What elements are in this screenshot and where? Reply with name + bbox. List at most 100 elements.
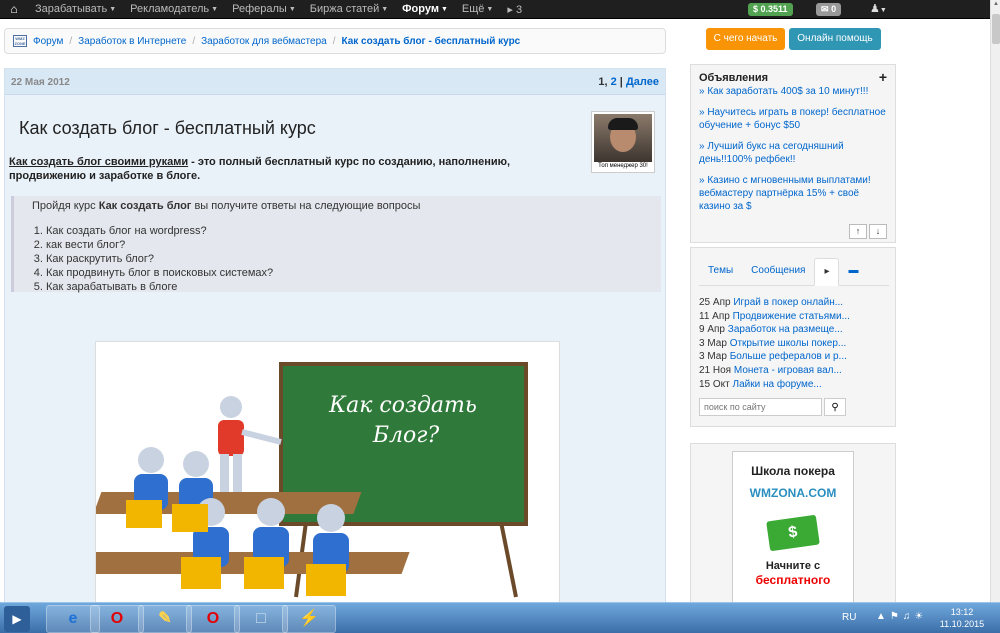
breadcrumb-current[interactable]: Как создать блог - бесплатный курс (341, 36, 520, 47)
utility-app-icon[interactable]: ⚡ (282, 605, 336, 633)
add-ad-icon[interactable]: + (879, 69, 887, 85)
breadcrumb-webmaster-earnings[interactable]: Заработок для вебмастера (201, 36, 327, 47)
opera-window-icon[interactable]: O (186, 605, 240, 633)
dollar-bill-icon: $ (766, 514, 820, 552)
quote-bold: Как создать блог (98, 200, 192, 212)
envelope-icon: ✉ (821, 4, 829, 14)
nav-advertiser[interactable]: Рекламодатель ▼ (123, 3, 225, 15)
item-link[interactable]: Открытие школы покер... (730, 338, 847, 349)
nav-forum[interactable]: Форум ▼ (395, 3, 455, 15)
item-date: 3 Мар (699, 351, 727, 363)
item-date: 3 Мар (699, 337, 727, 349)
page-1[interactable]: 1 (598, 76, 604, 88)
nav-more-label: Ещё (461, 3, 485, 15)
tab-announcements[interactable]: ▸ (814, 258, 840, 286)
caret-down-icon: ▼ (486, 5, 494, 13)
nav-referrals[interactable]: Рефералы ▼ (225, 3, 303, 15)
caret-down-icon: ▼ (211, 5, 219, 13)
tab-files[interactable]: ▬ (839, 258, 867, 286)
mail-count: 0 (831, 4, 837, 14)
list-item: 25 Апр Играй в покер онлайн... (699, 296, 889, 310)
nav-forum-label: Форум (402, 3, 439, 15)
ad-link[interactable]: » Казино с мгновенными выплатами! вебмас… (699, 174, 891, 213)
system-tray-icons[interactable]: ▲⚑♫☀ (876, 611, 927, 622)
arrow-up-icon[interactable]: ↑ (849, 224, 867, 239)
caret-down-icon: ▼ (288, 5, 296, 13)
nav-articles-label: Биржа статей (309, 3, 380, 15)
search-input[interactable] (699, 398, 822, 416)
online-help-button[interactable]: Онлайн помощь (789, 28, 881, 50)
nav-earn[interactable]: Зарабатывать ▼ (28, 3, 123, 15)
clock[interactable]: 13:12 11.10.2015 (934, 606, 990, 630)
avatar-caption: Топ менеджер 30! (598, 163, 648, 169)
board-text-line2: Блог? (372, 423, 440, 448)
item-date: 15 Окт (699, 378, 730, 390)
clock-date: 11.10.2015 (939, 619, 985, 629)
list-item: 3 Мар Открытие школы покер... (699, 337, 889, 351)
next-page-link[interactable]: Далее (626, 76, 659, 88)
ad-link[interactable]: » Лучший букс на сегодняшний день!!100% … (699, 140, 891, 166)
start-button[interactable]: ▶ (4, 606, 30, 632)
nav-articles[interactable]: Биржа статей ▼ (303, 3, 395, 15)
poker-banner[interactable]: Школа покера WMZONA.COM $ Начните с бесп… (732, 451, 854, 611)
caret-down-icon: ▼ (440, 5, 448, 13)
balance-badge[interactable]: $ 0.3511 (748, 3, 793, 16)
scroll-up-arrow-icon[interactable]: ▲ (992, 1, 1000, 11)
item-link[interactable]: Продвижение статьями... (733, 311, 850, 322)
vertical-scrollbar[interactable]: ▲ (990, 0, 1000, 602)
avatar-photo (594, 114, 652, 162)
banner-site: WMZONA.COM (749, 486, 837, 500)
item-date: 21 Ноя (699, 364, 732, 376)
scrollbar-thumb[interactable] (992, 14, 1000, 44)
intro-link[interactable]: Как создать блог своими руками (9, 156, 188, 168)
search-button[interactable]: ⚲ (824, 398, 846, 416)
user-icon: ♟ (870, 3, 880, 15)
page-2-link[interactable]: 2 (611, 76, 617, 88)
clock-time: 13:12 (950, 607, 974, 617)
ads-title: Объявления (699, 72, 769, 84)
language-indicator[interactable]: RU (842, 612, 856, 623)
list-item: 15 Окт Лайки на форуме... (699, 378, 889, 392)
activity-list: 25 Апр Играй в покер онлайн... 11 Апр Пр… (699, 296, 889, 391)
ad-link[interactable]: » Как заработать 400$ за 10 минут!!! (699, 85, 891, 98)
ads-panel: Объявления + » Как заработать 400$ за 10… (690, 64, 896, 243)
list-item: 21 Ноя Монета - игровая вал... (699, 364, 889, 378)
nav-advertiser-label: Рекламодатель (130, 3, 210, 15)
author-avatar[interactable]: Топ менеджер 30! (591, 111, 655, 173)
item-link[interactable]: Лайки на форуме... (733, 379, 822, 390)
banner-title: Школа покера (751, 464, 835, 478)
tab-messages[interactable]: Сообщения (742, 258, 814, 286)
forum-post: 22 Мая 2012 1, 2 | Далее Как создать бло… (4, 68, 666, 604)
item-link[interactable]: Больше рефералов и р... (730, 351, 847, 362)
breadcrumb-forum[interactable]: Форум (33, 36, 63, 47)
ad-link[interactable]: » Научитесь играть в покер! бесплатное о… (699, 106, 891, 132)
list-item: Как раскрутить блог? (46, 252, 661, 266)
windows-taskbar: ▶ e O ✎ O □ ⚡ RU ▲⚑♫☀ 13:12 11.10.2015 (0, 602, 1000, 633)
folder-icon: ▬ (848, 265, 859, 276)
nav-earn-label: Зарабатывать (35, 3, 108, 15)
breadcrumb-internet-earnings[interactable]: Заработок в Интернете (78, 36, 186, 47)
tab-topics[interactable]: Темы (699, 258, 742, 286)
mail-badge[interactable]: ✉ 0 (816, 3, 842, 16)
item-link[interactable]: Монета - игровая вал... (734, 365, 842, 376)
nav-notifications[interactable]: ▸ 3 (500, 3, 529, 16)
quote-tail: вы получите ответы на следующие вопросы (191, 200, 421, 212)
home-icon[interactable]: ⌂ (0, 2, 28, 16)
user-menu[interactable]: ♟▼ (870, 2, 887, 15)
notify-count: 3 (515, 3, 523, 16)
banner-cta: Начните с (765, 560, 821, 572)
window-app-icon[interactable]: □ (234, 605, 288, 633)
questions-quote: Пройдя курс Как создать блог вы получите… (11, 196, 661, 293)
arrow-down-icon[interactable]: ↓ (869, 224, 887, 239)
item-link[interactable]: Заработок на размеще... (728, 324, 843, 335)
pagination: 1, 2 | Далее (598, 76, 659, 88)
activity-panel: Темы Сообщения ▸ ▬ 25 Апр Играй в покер … (690, 247, 896, 427)
banner-cta-highlight: бесплатного (755, 573, 831, 587)
opera-browser-icon[interactable]: O (90, 605, 144, 633)
item-link[interactable]: Играй в покер онлайн... (733, 297, 843, 308)
paint-app-icon[interactable]: ✎ (138, 605, 192, 633)
item-date: 25 Апр (699, 297, 731, 308)
breadcrumb: WMZ ZONE Форум / Заработок в Интернете / … (4, 28, 666, 54)
getting-started-button[interactable]: С чего начать (706, 28, 785, 50)
nav-more[interactable]: Ещё ▼ (455, 3, 500, 15)
